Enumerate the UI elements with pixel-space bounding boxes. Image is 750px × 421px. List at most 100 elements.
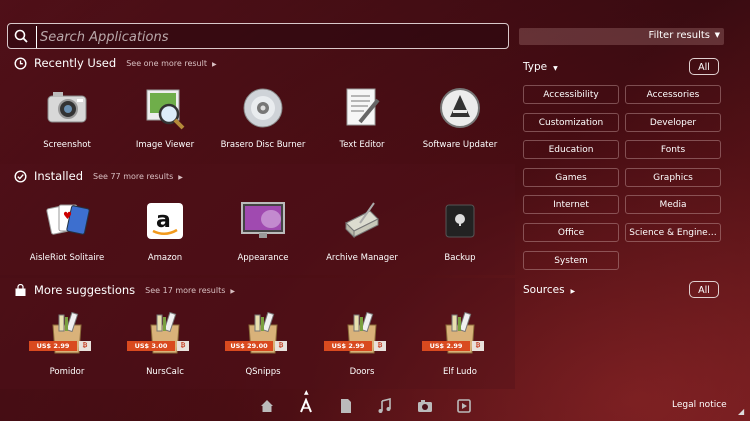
filter-button[interactable]: System xyxy=(523,251,619,270)
package-icon: US$ 2.99 ₿ xyxy=(422,311,484,359)
filter-button[interactable]: Internet xyxy=(523,195,619,214)
app-label: AisleRiot Solitaire xyxy=(29,253,105,263)
caret-right-icon: ▶ xyxy=(570,288,576,295)
filter-button[interactable]: Fonts xyxy=(625,140,721,159)
see-more-link[interactable]: See one more result ▶ xyxy=(126,59,216,68)
filter-results-toggle[interactable]: Filter results ▼ xyxy=(519,28,724,45)
filter-button[interactable]: Office xyxy=(523,223,619,242)
app-label: Pomidor xyxy=(49,367,85,377)
installed-header[interactable]: Installed See 77 more results ▶ xyxy=(14,167,183,185)
app-label: Elf Ludo xyxy=(443,367,477,377)
filter-button[interactable]: Customization xyxy=(523,113,619,132)
type-filter-header[interactable]: Type ▼ xyxy=(523,61,558,73)
app-tile[interactable]: Screenshot xyxy=(22,84,112,150)
price-tag-icon: ₿ xyxy=(374,341,386,351)
app-tile[interactable]: US$ 3.00 ₿ NursCalc xyxy=(120,311,210,377)
category-title: More suggestions xyxy=(34,283,136,297)
package-icon: US$ 29.00 ₿ xyxy=(225,311,287,359)
filter-button[interactable]: Graphics xyxy=(625,168,721,187)
app-tile[interactable]: a Amazon xyxy=(120,197,210,263)
resize-corner-icon[interactable]: ◢ xyxy=(738,407,744,416)
app-label: QSnipps xyxy=(245,367,281,377)
app-label: Software Updater xyxy=(422,140,498,150)
svg-text:♥: ♥ xyxy=(63,211,72,222)
checkmark-circle-icon xyxy=(14,169,27,183)
home-icon[interactable] xyxy=(259,398,275,414)
app-tile[interactable]: US$ 2.99 ₿ Elf Ludo xyxy=(415,311,505,377)
app-tile[interactable]: Software Updater xyxy=(415,84,505,150)
search-input[interactable] xyxy=(36,26,502,48)
archive-icon xyxy=(338,197,386,245)
app-label: Amazon xyxy=(147,253,183,263)
see-more-link[interactable]: See 77 more results ▶ xyxy=(93,172,183,181)
price-tag-icon: ₿ xyxy=(79,341,91,351)
package-icon: US$ 2.99 ₿ xyxy=(324,311,386,359)
price-badge: US$ 2.99 xyxy=(324,341,372,351)
svg-text:a: a xyxy=(156,208,171,233)
app-tile[interactable]: ♥ AisleRiot Solitaire xyxy=(22,197,112,263)
filter-button[interactable]: Accessories xyxy=(625,85,721,104)
app-tile[interactable]: Brasero Disc Burner xyxy=(218,84,308,150)
cards-icon: ♥ xyxy=(43,197,91,245)
image-viewer-icon xyxy=(141,84,189,132)
app-tile[interactable]: US$ 29.00 ₿ QSnipps xyxy=(218,311,308,377)
app-label: Doors xyxy=(349,367,375,377)
filter-button[interactable]: Education xyxy=(523,140,619,159)
filter-button[interactable]: Media xyxy=(625,195,721,214)
category-title: Installed xyxy=(34,169,83,183)
price-badge: US$ 29.00 xyxy=(225,341,273,351)
app-tile[interactable]: US$ 2.99 ₿ Doors xyxy=(317,311,407,377)
package-icon: US$ 2.99 ₿ xyxy=(29,311,91,359)
safe-icon xyxy=(436,197,484,245)
see-more-link[interactable]: See 17 more results ▶ xyxy=(145,286,235,295)
search-bar[interactable] xyxy=(7,23,509,49)
app-label: Backup xyxy=(444,253,476,263)
text-editor-icon xyxy=(338,84,386,132)
app-label: NursCalc xyxy=(146,367,184,377)
sources-filter-header[interactable]: Sources ▶ xyxy=(523,284,575,296)
music-icon[interactable] xyxy=(377,398,393,414)
clock-icon xyxy=(14,56,27,70)
app-label: Archive Manager xyxy=(326,253,398,263)
filter-button[interactable]: Accessibility xyxy=(523,85,619,104)
price-badge: US$ 2.99 xyxy=(29,341,77,351)
filter-label: Filter results xyxy=(648,30,710,41)
category-title: Recently Used xyxy=(34,56,117,70)
price-tag-icon: ₿ xyxy=(177,341,189,351)
search-icon xyxy=(14,29,28,43)
suggestions-header[interactable]: More suggestions See 17 more results ▶ xyxy=(14,281,235,299)
amazon-icon: a xyxy=(141,197,189,245)
app-label: Text Editor xyxy=(339,140,385,150)
app-label: Screenshot xyxy=(43,140,91,150)
active-lens-indicator: ▲ xyxy=(304,389,309,396)
updater-icon xyxy=(436,84,484,132)
type-all-button[interactable]: All xyxy=(689,58,719,75)
price-badge: US$ 3.00 xyxy=(127,341,175,351)
price-badge: US$ 2.99 xyxy=(422,341,470,351)
applications-icon[interactable] xyxy=(298,398,314,414)
caret-down-icon: ▼ xyxy=(553,65,558,72)
recently-used-header[interactable]: Recently Used See one more result ▶ xyxy=(14,54,217,72)
caret-down-icon: ▼ xyxy=(714,31,720,39)
price-tag-icon: ₿ xyxy=(275,341,287,351)
sources-all-button[interactable]: All xyxy=(689,281,719,298)
app-tile[interactable]: Text Editor xyxy=(317,84,407,150)
filter-button[interactable]: Science & Engine… xyxy=(625,223,721,242)
app-label: Appearance xyxy=(237,253,289,263)
app-tile[interactable]: US$ 2.99 ₿ Pomidor xyxy=(22,311,112,377)
package-icon: US$ 3.00 ₿ xyxy=(127,311,189,359)
filter-button[interactable]: Games xyxy=(523,168,619,187)
app-tile[interactable]: Archive Manager xyxy=(317,197,407,263)
app-label: Image Viewer xyxy=(135,140,195,150)
app-tile[interactable]: Backup xyxy=(415,197,505,263)
app-tile[interactable]: Appearance xyxy=(218,197,308,263)
app-tile[interactable]: Image Viewer xyxy=(120,84,210,150)
monitor-icon xyxy=(239,197,287,245)
app-label: Brasero Disc Burner xyxy=(220,140,306,150)
video-icon[interactable] xyxy=(456,398,472,414)
files-icon[interactable] xyxy=(338,398,354,414)
photos-icon[interactable] xyxy=(417,398,433,414)
filter-button[interactable]: Developer xyxy=(625,113,721,132)
legal-notice-link[interactable]: Legal notice xyxy=(672,400,727,410)
camera-icon xyxy=(43,84,91,132)
